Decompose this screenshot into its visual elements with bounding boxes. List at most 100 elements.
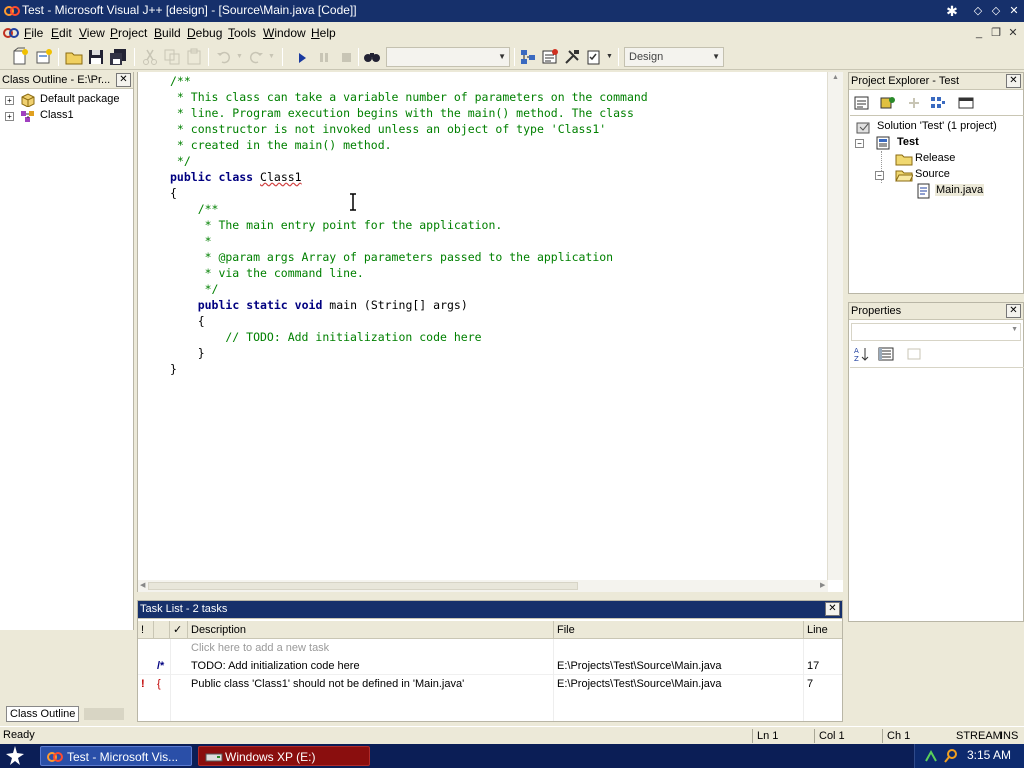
menu-build[interactable]: Build xyxy=(154,26,181,40)
menu-view[interactable]: View xyxy=(79,26,105,40)
code-line[interactable]: * line. Program execution begins with th… xyxy=(170,105,648,121)
solution-explorer-icon[interactable] xyxy=(518,47,538,67)
code-line[interactable]: * This class can take a variable number … xyxy=(170,89,648,105)
toolbox-icon[interactable] xyxy=(562,47,582,67)
redo-icon[interactable] xyxy=(246,47,266,67)
object-selector[interactable]: ▼ xyxy=(851,323,1021,341)
view-code-icon[interactable] xyxy=(853,95,871,111)
code-line[interactable]: { xyxy=(170,185,648,201)
task-list-dropdown-icon[interactable]: ▼ xyxy=(606,53,613,60)
code-line[interactable]: { xyxy=(170,313,648,329)
code-line[interactable]: */ xyxy=(170,281,648,297)
window-icon[interactable]: ◇ xyxy=(970,4,986,18)
column-line[interactable]: Line xyxy=(804,621,842,639)
close-icon[interactable]: ✕ xyxy=(1006,304,1021,318)
menu-debug[interactable]: Debug xyxy=(187,26,222,40)
column-priority[interactable]: ! xyxy=(138,621,154,639)
taskbar-item-vjpp[interactable]: Test - Microsoft Vis... xyxy=(40,746,192,766)
close-icon[interactable]: ✕ xyxy=(116,73,131,87)
code-text[interactable]: /** * This class can take a variable num… xyxy=(170,73,648,377)
mdi-minimize-icon[interactable]: _ xyxy=(972,26,986,40)
restore-icon[interactable]: ◇ xyxy=(988,4,1004,18)
code-line[interactable]: * created in the main() method. xyxy=(170,137,648,153)
code-line[interactable]: public class Class1 xyxy=(170,169,648,185)
code-line[interactable]: // TODO: Add initialization code here xyxy=(170,329,648,345)
code-line[interactable]: } xyxy=(170,361,648,377)
menu-project[interactable]: Project xyxy=(110,26,147,40)
search-icon[interactable] xyxy=(943,748,959,764)
code-line[interactable]: /** xyxy=(170,73,648,89)
property-pages-icon[interactable] xyxy=(905,345,923,363)
menu-window[interactable]: Window xyxy=(263,26,306,40)
task-list-icon[interactable] xyxy=(584,47,604,67)
collapse-icon[interactable]: − xyxy=(875,171,884,180)
column-description[interactable]: Description xyxy=(188,621,554,639)
properties-window-icon[interactable] xyxy=(540,47,560,67)
expand-icon[interactable]: + xyxy=(5,96,14,105)
taskbar-item-drive[interactable]: Windows XP (E:) xyxy=(198,746,370,766)
code-line[interactable]: * via the command line. xyxy=(170,265,648,281)
code-line[interactable]: public static void main (String[] args) xyxy=(170,297,648,313)
config-combo[interactable]: Design ▼ xyxy=(624,47,724,67)
refresh-icon[interactable] xyxy=(905,95,923,111)
scroll-right-icon[interactable]: ▶ xyxy=(820,581,825,589)
column-check[interactable]: ✓ xyxy=(170,621,188,639)
sort-alphabetical-icon[interactable]: AZ xyxy=(853,345,871,363)
table-row[interactable]: ! { Public class 'Class1' should not be … xyxy=(138,675,842,693)
categorized-icon[interactable] xyxy=(877,345,895,363)
undo-dropdown-icon[interactable]: ▼ xyxy=(236,53,243,60)
mdi-restore-icon[interactable]: ❐ xyxy=(989,26,1003,40)
undo-icon[interactable] xyxy=(214,47,234,67)
start-debug-icon[interactable] xyxy=(292,47,312,67)
pause-icon[interactable] xyxy=(314,47,334,67)
close-icon[interactable]: ✕ xyxy=(1006,74,1021,88)
code-line[interactable]: * @param args Array of parameters passed… xyxy=(170,249,648,265)
find-combo[interactable]: ▼ xyxy=(386,47,510,67)
network-icon[interactable] xyxy=(923,748,939,764)
menu-help[interactable]: Help xyxy=(311,26,336,40)
find-icon[interactable] xyxy=(362,47,382,67)
scroll-up-icon[interactable]: ▲ xyxy=(832,74,839,81)
start-icon[interactable] xyxy=(4,745,26,767)
cut-icon[interactable] xyxy=(140,47,160,67)
title-bar[interactable]: Test - Microsoft Visual J++ [design] - [… xyxy=(0,0,1024,22)
code-line[interactable]: */ xyxy=(170,153,648,169)
code-line[interactable]: /** xyxy=(170,201,648,217)
column-type[interactable] xyxy=(154,621,170,639)
tab-class-outline[interactable]: Class Outline xyxy=(6,706,80,722)
collapse-icon[interactable]: − xyxy=(855,139,864,148)
new-project-icon[interactable] xyxy=(10,47,30,67)
tree-item-class1[interactable]: + Class1 xyxy=(0,108,134,124)
mdi-close-icon[interactable]: ✕ xyxy=(1006,26,1020,40)
expand-icon[interactable]: + xyxy=(5,112,14,121)
pin-icon[interactable]: ✱ xyxy=(944,4,960,18)
new-task-row[interactable]: Click here to add a new task xyxy=(138,639,842,657)
redo-dropdown-icon[interactable]: ▼ xyxy=(268,53,275,60)
view-designer-icon[interactable] xyxy=(879,95,897,111)
close-icon[interactable]: ✕ xyxy=(825,602,840,616)
menu-tools[interactable]: Tools xyxy=(228,26,256,40)
close-icon[interactable]: ✕ xyxy=(1006,4,1022,18)
new-task-placeholder[interactable]: Click here to add a new task xyxy=(188,639,548,657)
scroll-left-icon[interactable]: ◀ xyxy=(140,581,145,589)
table-row[interactable]: /* TODO: Add initialization code here E:… xyxy=(138,657,842,675)
save-icon[interactable] xyxy=(86,47,106,67)
scrollbar-thumb[interactable] xyxy=(148,582,578,590)
code-line[interactable]: } xyxy=(170,345,648,361)
code-line[interactable]: * constructor is not invoked unless an o… xyxy=(170,121,648,137)
add-item-icon[interactable] xyxy=(34,47,54,67)
code-line[interactable]: * The main entry point for the applicati… xyxy=(170,217,648,233)
tree-item-default-package[interactable]: + Default package xyxy=(0,92,134,108)
show-all-files-icon[interactable] xyxy=(929,95,947,111)
save-all-icon[interactable] xyxy=(108,47,128,67)
code-line[interactable]: * xyxy=(170,233,648,249)
copy-icon[interactable] xyxy=(162,47,182,67)
column-file[interactable]: File xyxy=(554,621,804,639)
menu-file[interactable]: File xyxy=(24,26,43,40)
stop-icon[interactable] xyxy=(336,47,356,67)
code-editor[interactable]: /** * This class can take a variable num… xyxy=(137,72,843,592)
menu-edit[interactable]: Edit xyxy=(51,26,72,40)
open-icon[interactable] xyxy=(64,47,84,67)
horizontal-scrollbar[interactable]: ◀ ▶ xyxy=(138,580,828,592)
vertical-scrollbar[interactable]: ▲ xyxy=(827,72,843,580)
